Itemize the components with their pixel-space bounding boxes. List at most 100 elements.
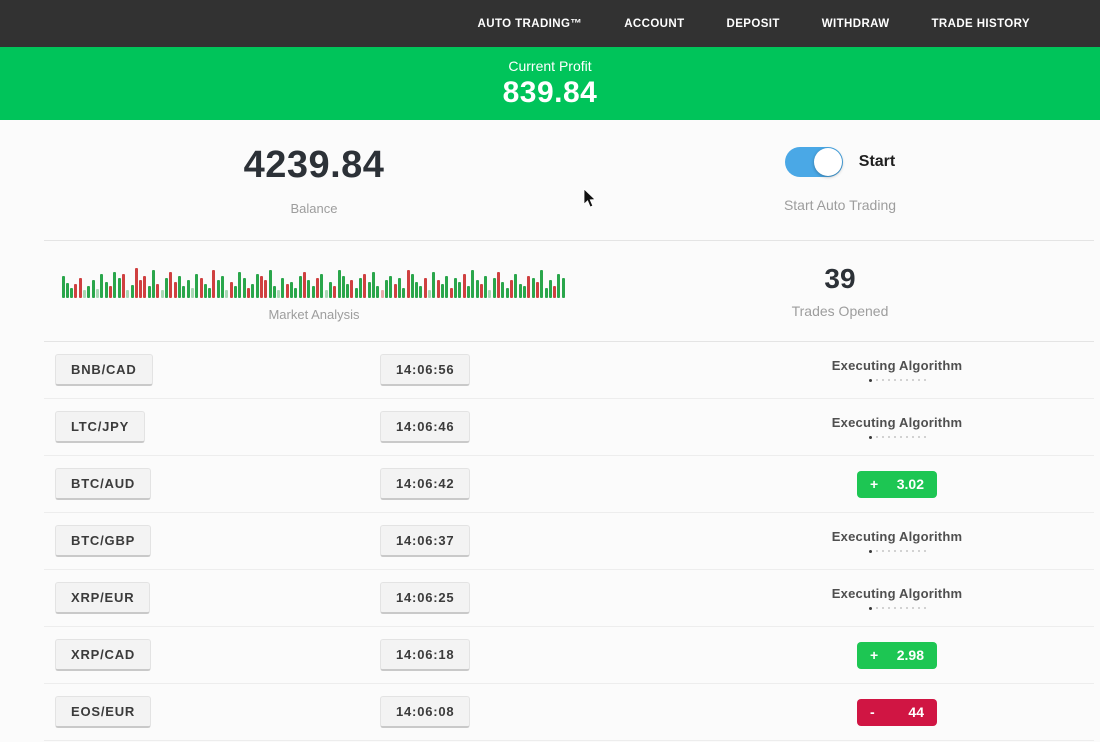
market-bar xyxy=(100,274,103,298)
market-bar xyxy=(402,288,405,298)
market-bar xyxy=(264,280,267,298)
nav-item-trade-history[interactable]: TRADE HISTORY xyxy=(932,18,1031,30)
market-bar xyxy=(415,282,418,298)
market-bar xyxy=(303,272,306,298)
nav-item-auto-trading[interactable]: AUTO TRADING™ xyxy=(478,18,583,30)
trade-row: XRP/CAD 14:06:18 +2.98 xyxy=(44,627,1094,684)
market-bar xyxy=(424,278,427,298)
current-profit-value: 839.84 xyxy=(503,76,598,110)
trade-row: EOS/EUR 14:06:08 -44 xyxy=(44,684,1094,741)
executing-algorithm-label: Executing Algorithm xyxy=(832,586,962,601)
market-bar xyxy=(350,280,353,298)
current-profit-label: Current Profit xyxy=(508,58,591,74)
trade-row: BNB/CAD 14:06:56 Executing Algorithm xyxy=(44,342,1094,399)
market-bar xyxy=(234,286,237,298)
market-bar xyxy=(398,278,401,298)
market-bar xyxy=(376,286,379,298)
market-bar xyxy=(553,286,556,298)
trade-status-cell: Executing Algorithm xyxy=(744,399,1050,455)
time-chip: 14:06:18 xyxy=(380,639,470,671)
market-bar xyxy=(294,288,297,298)
trade-row: BTC/GBP 14:06:37 Executing Algorithm xyxy=(44,513,1094,570)
market-bar xyxy=(497,272,500,298)
market-bar xyxy=(338,270,341,298)
pair-chip: BTC/GBP xyxy=(55,525,151,557)
market-bar xyxy=(307,280,310,298)
market-bar xyxy=(277,290,280,298)
executing-algorithm-label: Executing Algorithm xyxy=(832,529,962,544)
market-bar xyxy=(385,280,388,298)
market-bar xyxy=(359,278,362,298)
market-bar xyxy=(372,272,375,298)
market-bar xyxy=(445,276,448,298)
market-bar xyxy=(363,274,366,298)
market-bar xyxy=(471,270,474,298)
market-bar xyxy=(212,270,215,298)
nav-item-deposit[interactable]: DEPOSIT xyxy=(727,18,780,30)
time-chip: 14:06:08 xyxy=(380,696,470,728)
market-bar xyxy=(169,272,172,298)
market-bar xyxy=(256,274,259,298)
market-bar xyxy=(105,282,108,298)
market-bar xyxy=(368,282,371,298)
trade-status-cell: Executing Algorithm xyxy=(744,570,1050,626)
market-bar xyxy=(62,276,65,298)
market-bar xyxy=(488,290,491,298)
nav-item-account[interactable]: ACCOUNT xyxy=(624,18,684,30)
market-analysis-label: Market Analysis xyxy=(268,307,359,322)
market-bar xyxy=(355,288,358,298)
executing-algorithm-label: Executing Algorithm xyxy=(832,415,962,430)
trade-status-cell: +3.02 xyxy=(744,456,1050,512)
market-bar xyxy=(251,284,254,298)
market-bar xyxy=(70,288,73,298)
pair-chip: XRP/EUR xyxy=(55,582,150,614)
market-bar xyxy=(454,278,457,298)
pair-chip: XRP/CAD xyxy=(55,639,151,671)
start-auto-trading-toggle[interactable] xyxy=(785,147,843,177)
market-bar xyxy=(467,286,470,298)
market-bar xyxy=(562,278,565,298)
market-bar xyxy=(156,284,159,298)
market-bar xyxy=(480,284,483,298)
market-bar xyxy=(230,282,233,298)
market-bar xyxy=(407,270,410,298)
market-bar xyxy=(74,284,77,298)
market-bar xyxy=(243,278,246,298)
market-bar xyxy=(131,285,134,298)
trade-status-cell: +2.98 xyxy=(744,627,1050,683)
top-nav: AUTO TRADING™ ACCOUNT DEPOSIT WITHDRAW T… xyxy=(0,0,1100,47)
executing-progress-dots xyxy=(867,436,928,440)
time-chip: 14:06:56 xyxy=(380,354,470,386)
market-bar xyxy=(514,274,517,298)
market-bar xyxy=(437,280,440,298)
market-bar xyxy=(290,282,293,298)
market-bar xyxy=(135,268,138,298)
market-bar xyxy=(247,288,250,298)
market-bar xyxy=(523,286,526,298)
loss-badge: -44 xyxy=(857,699,937,726)
market-bar xyxy=(536,282,539,298)
nav-item-withdraw[interactable]: WITHDRAW xyxy=(822,18,890,30)
market-bar xyxy=(346,284,349,298)
current-profit-banner: Current Profit 839.84 xyxy=(0,47,1100,120)
market-bar xyxy=(191,288,194,298)
market-bar xyxy=(79,278,82,298)
market-bar xyxy=(428,290,431,298)
market-bar xyxy=(381,290,384,298)
market-bar xyxy=(441,284,444,298)
time-chip: 14:06:46 xyxy=(380,411,470,443)
market-bar xyxy=(506,288,509,298)
pair-chip: EOS/EUR xyxy=(55,696,151,728)
market-bar xyxy=(394,284,397,298)
market-bar xyxy=(204,284,207,298)
toggle-knob[interactable] xyxy=(814,148,842,176)
trade-row: XRP/EUR 14:06:25 Executing Algorithm xyxy=(44,570,1094,627)
market-bar xyxy=(333,286,336,298)
market-bar xyxy=(532,278,535,298)
balance-value: 4239.84 xyxy=(244,144,385,187)
market-bar xyxy=(225,290,228,298)
market-bar xyxy=(87,286,90,298)
market-bar xyxy=(299,276,302,298)
market-bar xyxy=(419,286,422,298)
market-bar xyxy=(109,286,112,298)
